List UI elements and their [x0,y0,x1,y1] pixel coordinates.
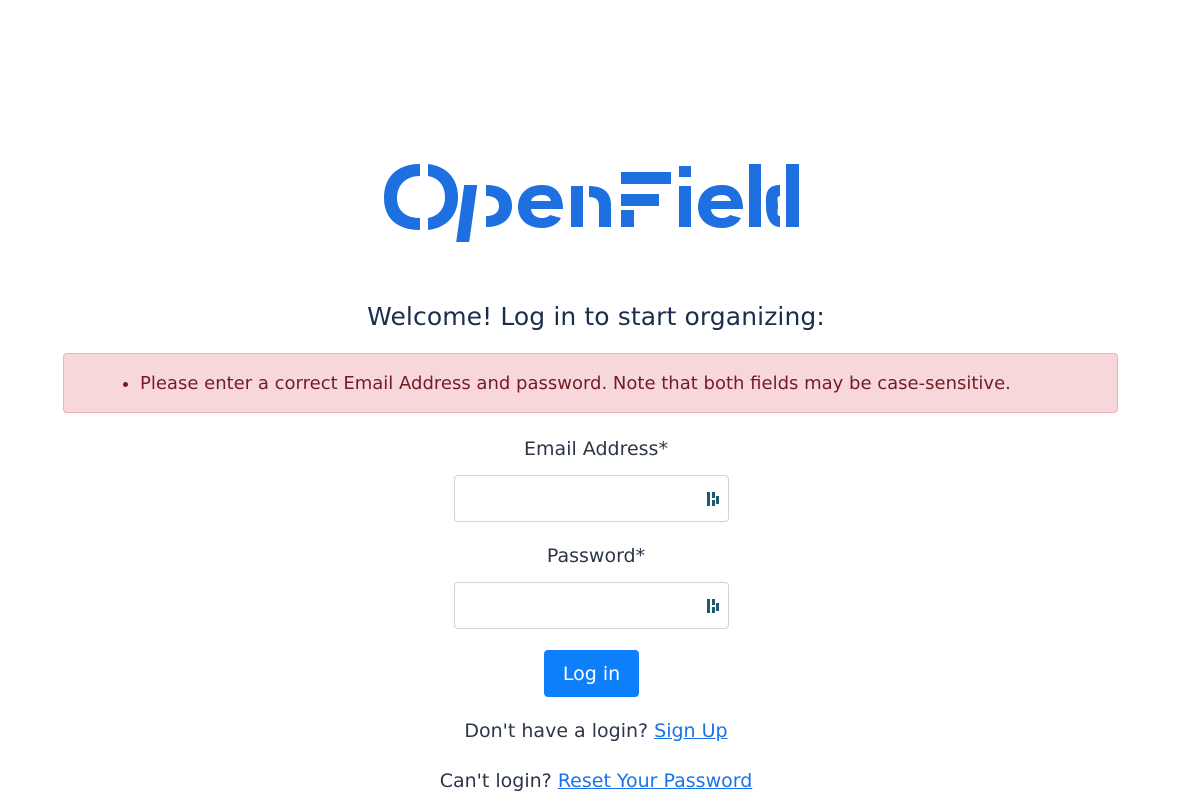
email-label: Email Address* [524,438,668,460]
error-list: Please enter a correct Email Address and… [64,354,1117,412]
reset-line: Can't login? Reset Your Password [0,770,1192,792]
signup-prompt: Don't have a login? [464,720,649,742]
password-manager-icon[interactable] [706,597,720,615]
password-field-container [454,582,729,629]
reset-password-link[interactable]: Reset Your Password [558,770,752,792]
error-message: Please enter a correct Email Address and… [140,354,1117,412]
error-alert: Please enter a correct Email Address and… [63,353,1118,413]
password-manager-icon[interactable] [706,490,720,508]
email-field[interactable] [465,477,709,522]
email-field-container [454,475,729,522]
openfield-logo [380,158,804,242]
login-button[interactable]: Log in [544,650,639,697]
signup-line: Don't have a login? Sign Up [0,720,1192,742]
login-page: Welcome! Log in to start organizing: Ple… [0,0,1192,803]
page-title: Welcome! Log in to start organizing: [367,302,825,331]
reset-prompt: Can't login? [439,770,552,792]
password-label: Password* [546,545,646,567]
signup-link[interactable]: Sign Up [654,720,727,742]
password-field[interactable] [465,584,709,629]
